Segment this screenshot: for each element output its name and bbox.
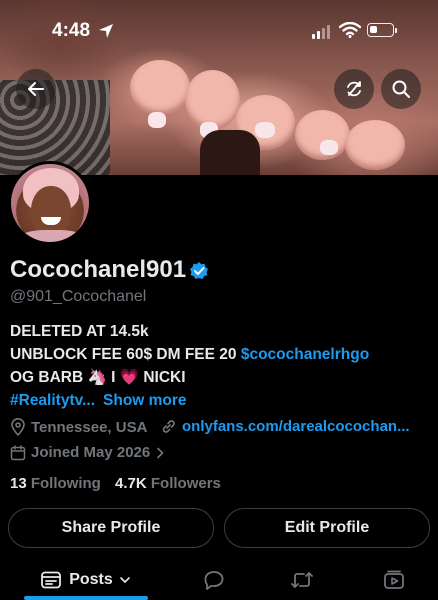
website-link[interactable]: onlyfans.com/darealcocochan...	[160, 418, 410, 435]
followers-count: 4.7K	[115, 475, 147, 492]
wifi-icon	[339, 22, 361, 38]
status-bar: 4:48	[0, 0, 438, 62]
repost-icon	[291, 572, 313, 588]
arrow-left-icon	[28, 82, 44, 96]
banner-shape	[130, 60, 190, 115]
battery-level	[370, 26, 377, 33]
active-tab-indicator	[24, 596, 148, 600]
show-more-link[interactable]: Show more	[103, 392, 187, 409]
status-time: 4:48	[52, 20, 91, 41]
tab-replies[interactable]	[196, 560, 232, 600]
location-pin-icon	[10, 418, 26, 436]
joined-date[interactable]: Joined May 2026	[10, 444, 165, 461]
bio-line: #Realitytv... Show more	[10, 389, 430, 412]
video-play-icon	[384, 570, 404, 589]
chevron-right-icon	[155, 447, 165, 459]
bio-text: UNBLOCK FEE 60$ DM FEE 20	[10, 346, 241, 363]
following-label: Following	[30, 475, 101, 492]
following-link[interactable]: 13 Following	[10, 475, 101, 492]
profile-tab-bar: Posts	[0, 560, 438, 600]
followers-link[interactable]: 4.7K Followers	[115, 475, 221, 492]
tab-posts-label: Posts	[69, 571, 113, 588]
bio-line: UNBLOCK FEE 60$ DM FEE 20 $cocochanelrhg…	[10, 343, 430, 366]
tab-videos[interactable]	[376, 560, 412, 600]
bio-line: OG BARB 🦄 I 💗 NICKI	[10, 369, 186, 386]
banner-shape	[185, 70, 240, 130]
search-icon	[392, 80, 410, 98]
bio-cashtag-link[interactable]: $cocochanelrhgo	[241, 346, 369, 363]
banner-shape	[345, 120, 405, 170]
profile-bio: DELETED AT 14.5k UNBLOCK FEE 60$ DM FEE …	[10, 320, 430, 412]
edit-profile-button[interactable]: Edit Profile	[224, 508, 430, 548]
bio-line: DELETED AT 14.5k	[10, 323, 149, 340]
verified-badge-icon[interactable]	[189, 261, 209, 281]
back-button[interactable]	[16, 69, 56, 109]
battery-icon	[367, 23, 397, 37]
tab-reposts[interactable]	[284, 560, 320, 600]
bio-hashtag-link[interactable]: #Realitytv...	[10, 392, 95, 409]
followers-label: Followers	[150, 475, 221, 492]
location-arrow-icon	[99, 24, 113, 38]
user-handle: @901_Cocochanel	[10, 288, 147, 305]
display-name: Cocochanel901	[10, 256, 187, 283]
follow-stats: 13 Following 4.7K Followers	[10, 475, 221, 492]
refresh-off-icon	[347, 81, 361, 97]
calendar-icon	[10, 444, 26, 461]
banner-shape	[148, 112, 166, 128]
signal-icon	[312, 25, 330, 39]
refresh-button[interactable]	[334, 69, 374, 109]
location-text: Tennessee, USA	[31, 418, 148, 436]
avatar[interactable]	[8, 161, 92, 245]
tab-posts[interactable]: Posts	[24, 560, 148, 600]
banner-shape	[320, 140, 338, 155]
link-icon	[160, 418, 177, 435]
banner-shape	[255, 122, 275, 138]
share-profile-button[interactable]: Share Profile	[8, 508, 214, 548]
website-text[interactable]: onlyfans.com/darealcocochan...	[182, 418, 410, 435]
speech-bubble-icon	[204, 571, 224, 590]
chevron-down-icon	[119, 577, 130, 583]
banner-shape	[200, 130, 260, 175]
search-button[interactable]	[381, 69, 421, 109]
joined-text: Joined May 2026	[31, 444, 151, 461]
following-count: 13	[10, 475, 27, 492]
posts-icon	[41, 571, 62, 589]
location: Tennessee, USA	[10, 418, 147, 436]
